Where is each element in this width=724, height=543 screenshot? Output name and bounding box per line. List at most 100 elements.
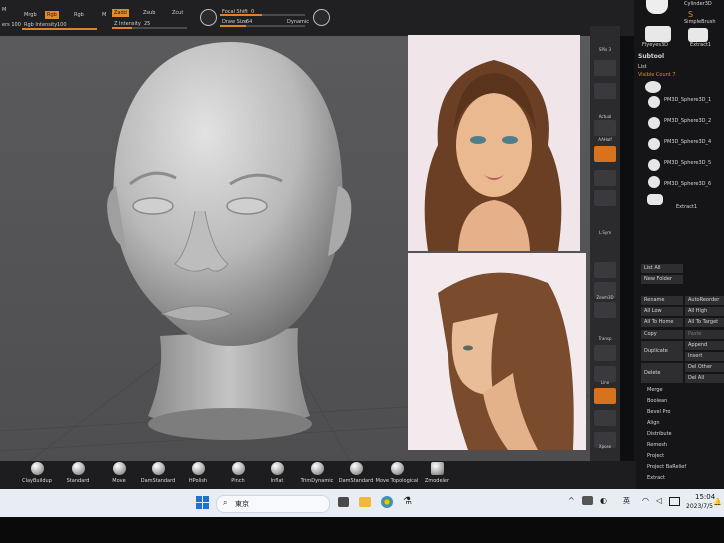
draw-dial-icon[interactable]: [313, 9, 330, 26]
zoom3d-label[interactable]: Zoom3D: [591, 295, 619, 300]
subtool-title[interactable]: Subtool: [638, 54, 664, 60]
tray-icon[interactable]: ◐: [600, 496, 607, 505]
auto-reorder-button[interactable]: AutoReorder: [685, 296, 724, 305]
brush-move-topological[interactable]: Move Topological: [375, 462, 419, 484]
extract-thumb[interactable]: [688, 28, 708, 42]
move-icon[interactable]: [594, 262, 616, 278]
delete-button[interactable]: Delete: [641, 363, 683, 383]
chevron-up-icon[interactable]: ^: [568, 496, 575, 505]
new-folder-button[interactable]: New Folder: [641, 275, 683, 284]
brush-claybuildup[interactable]: ClayBuildup: [15, 462, 59, 484]
focal-dial-icon[interactable]: [200, 9, 217, 26]
flyeye-thumb[interactable]: [645, 26, 671, 42]
rgb-intensity-slider[interactable]: [22, 28, 97, 30]
actual-label[interactable]: Actual: [591, 114, 619, 119]
merge-menu[interactable]: Merge: [640, 385, 724, 395]
move-view-icon[interactable]: [594, 170, 616, 186]
focal-shift-slider[interactable]: [220, 14, 305, 16]
distribute-menu[interactable]: Distribute: [640, 429, 724, 439]
notification-bell-icon[interactable]: 🔔: [713, 498, 722, 506]
simplebrush-icon[interactable]: S: [688, 11, 693, 19]
subtool-item-4[interactable]: PM3D_Sphere3D_5: [664, 161, 711, 166]
align-menu[interactable]: Align: [640, 418, 724, 428]
rotate-icon[interactable]: [594, 302, 616, 318]
aahalf-label[interactable]: AAHalf: [591, 137, 619, 142]
brush-damstandard[interactable]: DamStandard: [136, 462, 180, 484]
subtool-thumb-5[interactable]: [648, 176, 660, 188]
lsym-icon[interactable]: [594, 190, 616, 206]
rgb-button-2[interactable]: Rgb: [72, 11, 86, 19]
extract-label[interactable]: Extract1: [690, 43, 711, 48]
brush-inflat[interactable]: Inflat: [255, 462, 299, 484]
cylinder-thumb[interactable]: [646, 0, 668, 14]
subtool-thumb-0[interactable]: [645, 81, 661, 93]
taskbar-search-box[interactable]: ⌕ 東京: [216, 495, 330, 513]
subtool-item-5[interactable]: PM3D_Sphere3D_6: [664, 182, 711, 187]
boolean-menu[interactable]: Boolean: [640, 396, 724, 406]
flyeye-label[interactable]: Flyeyes3D: [642, 43, 668, 48]
file-explorer-icon[interactable]: [359, 497, 371, 507]
zsub-button[interactable]: Zsub: [141, 9, 157, 17]
visible-count[interactable]: Visible Count 7: [638, 73, 676, 78]
cylinder-label[interactable]: Cylinder3D: [684, 2, 712, 7]
all-low-button[interactable]: All Low: [641, 307, 683, 316]
chrome-icon[interactable]: [381, 496, 393, 508]
persp-icon[interactable]: [594, 60, 616, 76]
subtool-item-6[interactable]: Extract1: [676, 205, 697, 210]
brush-zmodeler[interactable]: Zmodeler: [415, 462, 459, 484]
del-other-button[interactable]: Del Other: [685, 363, 724, 372]
polyf-icon[interactable]: [594, 388, 616, 404]
ghost-icon[interactable]: [594, 345, 616, 361]
spix-label[interactable]: SPix 3: [591, 47, 619, 52]
subtool-thumb-1[interactable]: [648, 96, 660, 108]
task-view-icon[interactable]: [338, 497, 349, 507]
transp-label[interactable]: Transp: [591, 336, 619, 341]
append-button[interactable]: Append: [685, 341, 724, 350]
solo-icon[interactable]: [594, 410, 616, 426]
brush-trimdynamic[interactable]: TrimDynamic: [295, 462, 339, 484]
extract-menu[interactable]: Extract: [640, 473, 724, 483]
brush-damstandard-2[interactable]: DamStandard: [334, 462, 378, 484]
insert-button[interactable]: Insert: [685, 352, 724, 361]
subtool-item-1[interactable]: PM3D_Sphere3D_1: [664, 98, 711, 103]
ime-indicator[interactable]: 英: [623, 496, 630, 506]
subtool-thumb-6[interactable]: [647, 194, 663, 205]
project-barelief-menu[interactable]: Project BaRelief: [640, 462, 724, 472]
remesh-menu[interactable]: Remesh: [640, 440, 724, 450]
brush-pinch[interactable]: Pinch: [216, 462, 260, 484]
brush-standard[interactable]: Standard: [56, 462, 100, 484]
m-toggle[interactable]: M: [0, 6, 8, 14]
list-all-button[interactable]: List All: [641, 264, 683, 273]
mrgb-button[interactable]: Mrgb: [22, 11, 39, 19]
xpose-label[interactable]: Xpose: [591, 444, 619, 449]
all-to-home-button[interactable]: All To Home: [641, 318, 683, 327]
zadd-button[interactable]: Zadd: [112, 9, 129, 17]
zbrush-app-icon[interactable]: ⚗: [403, 496, 412, 507]
subtool-thumb-2[interactable]: [648, 117, 660, 129]
del-all-button[interactable]: Del All: [685, 374, 724, 383]
floor-icon[interactable]: [594, 83, 616, 99]
aahalf-icon[interactable]: [594, 120, 616, 136]
rgb-button[interactable]: Rgb: [45, 11, 59, 19]
simplebrush-label[interactable]: SimpleBrush: [684, 20, 716, 25]
frame-icon[interactable]: [594, 146, 616, 162]
bevel-pro-menu[interactable]: Bevel Pro: [640, 407, 724, 417]
clock-date[interactable]: 2023/7/5: [686, 503, 713, 510]
subtool-thumb-4[interactable]: [648, 159, 660, 171]
line-label[interactable]: Line: [591, 380, 619, 385]
sculpted-head-model[interactable]: [100, 36, 360, 446]
copy-button[interactable]: Copy: [641, 330, 683, 339]
xyz-label[interactable]: L.Sym: [591, 230, 619, 235]
z-intensity-slider[interactable]: [112, 27, 187, 29]
volume-icon[interactable]: ◁: [656, 496, 662, 505]
rename-button[interactable]: Rename: [641, 296, 683, 305]
subtool-item-2[interactable]: PM3D_Sphere3D_2: [664, 119, 711, 124]
windows-start-icon[interactable]: [196, 496, 209, 509]
brush-move[interactable]: Move: [97, 462, 141, 484]
project-menu[interactable]: Project: [640, 451, 724, 461]
all-to-target-button[interactable]: All To Target: [685, 318, 724, 327]
subtool-item-3[interactable]: PM3D_Sphere3D_4: [664, 140, 711, 145]
wifi-icon[interactable]: ◠: [642, 496, 649, 505]
duplicate-button[interactable]: Duplicate: [641, 341, 683, 361]
battery-icon[interactable]: [669, 497, 680, 506]
